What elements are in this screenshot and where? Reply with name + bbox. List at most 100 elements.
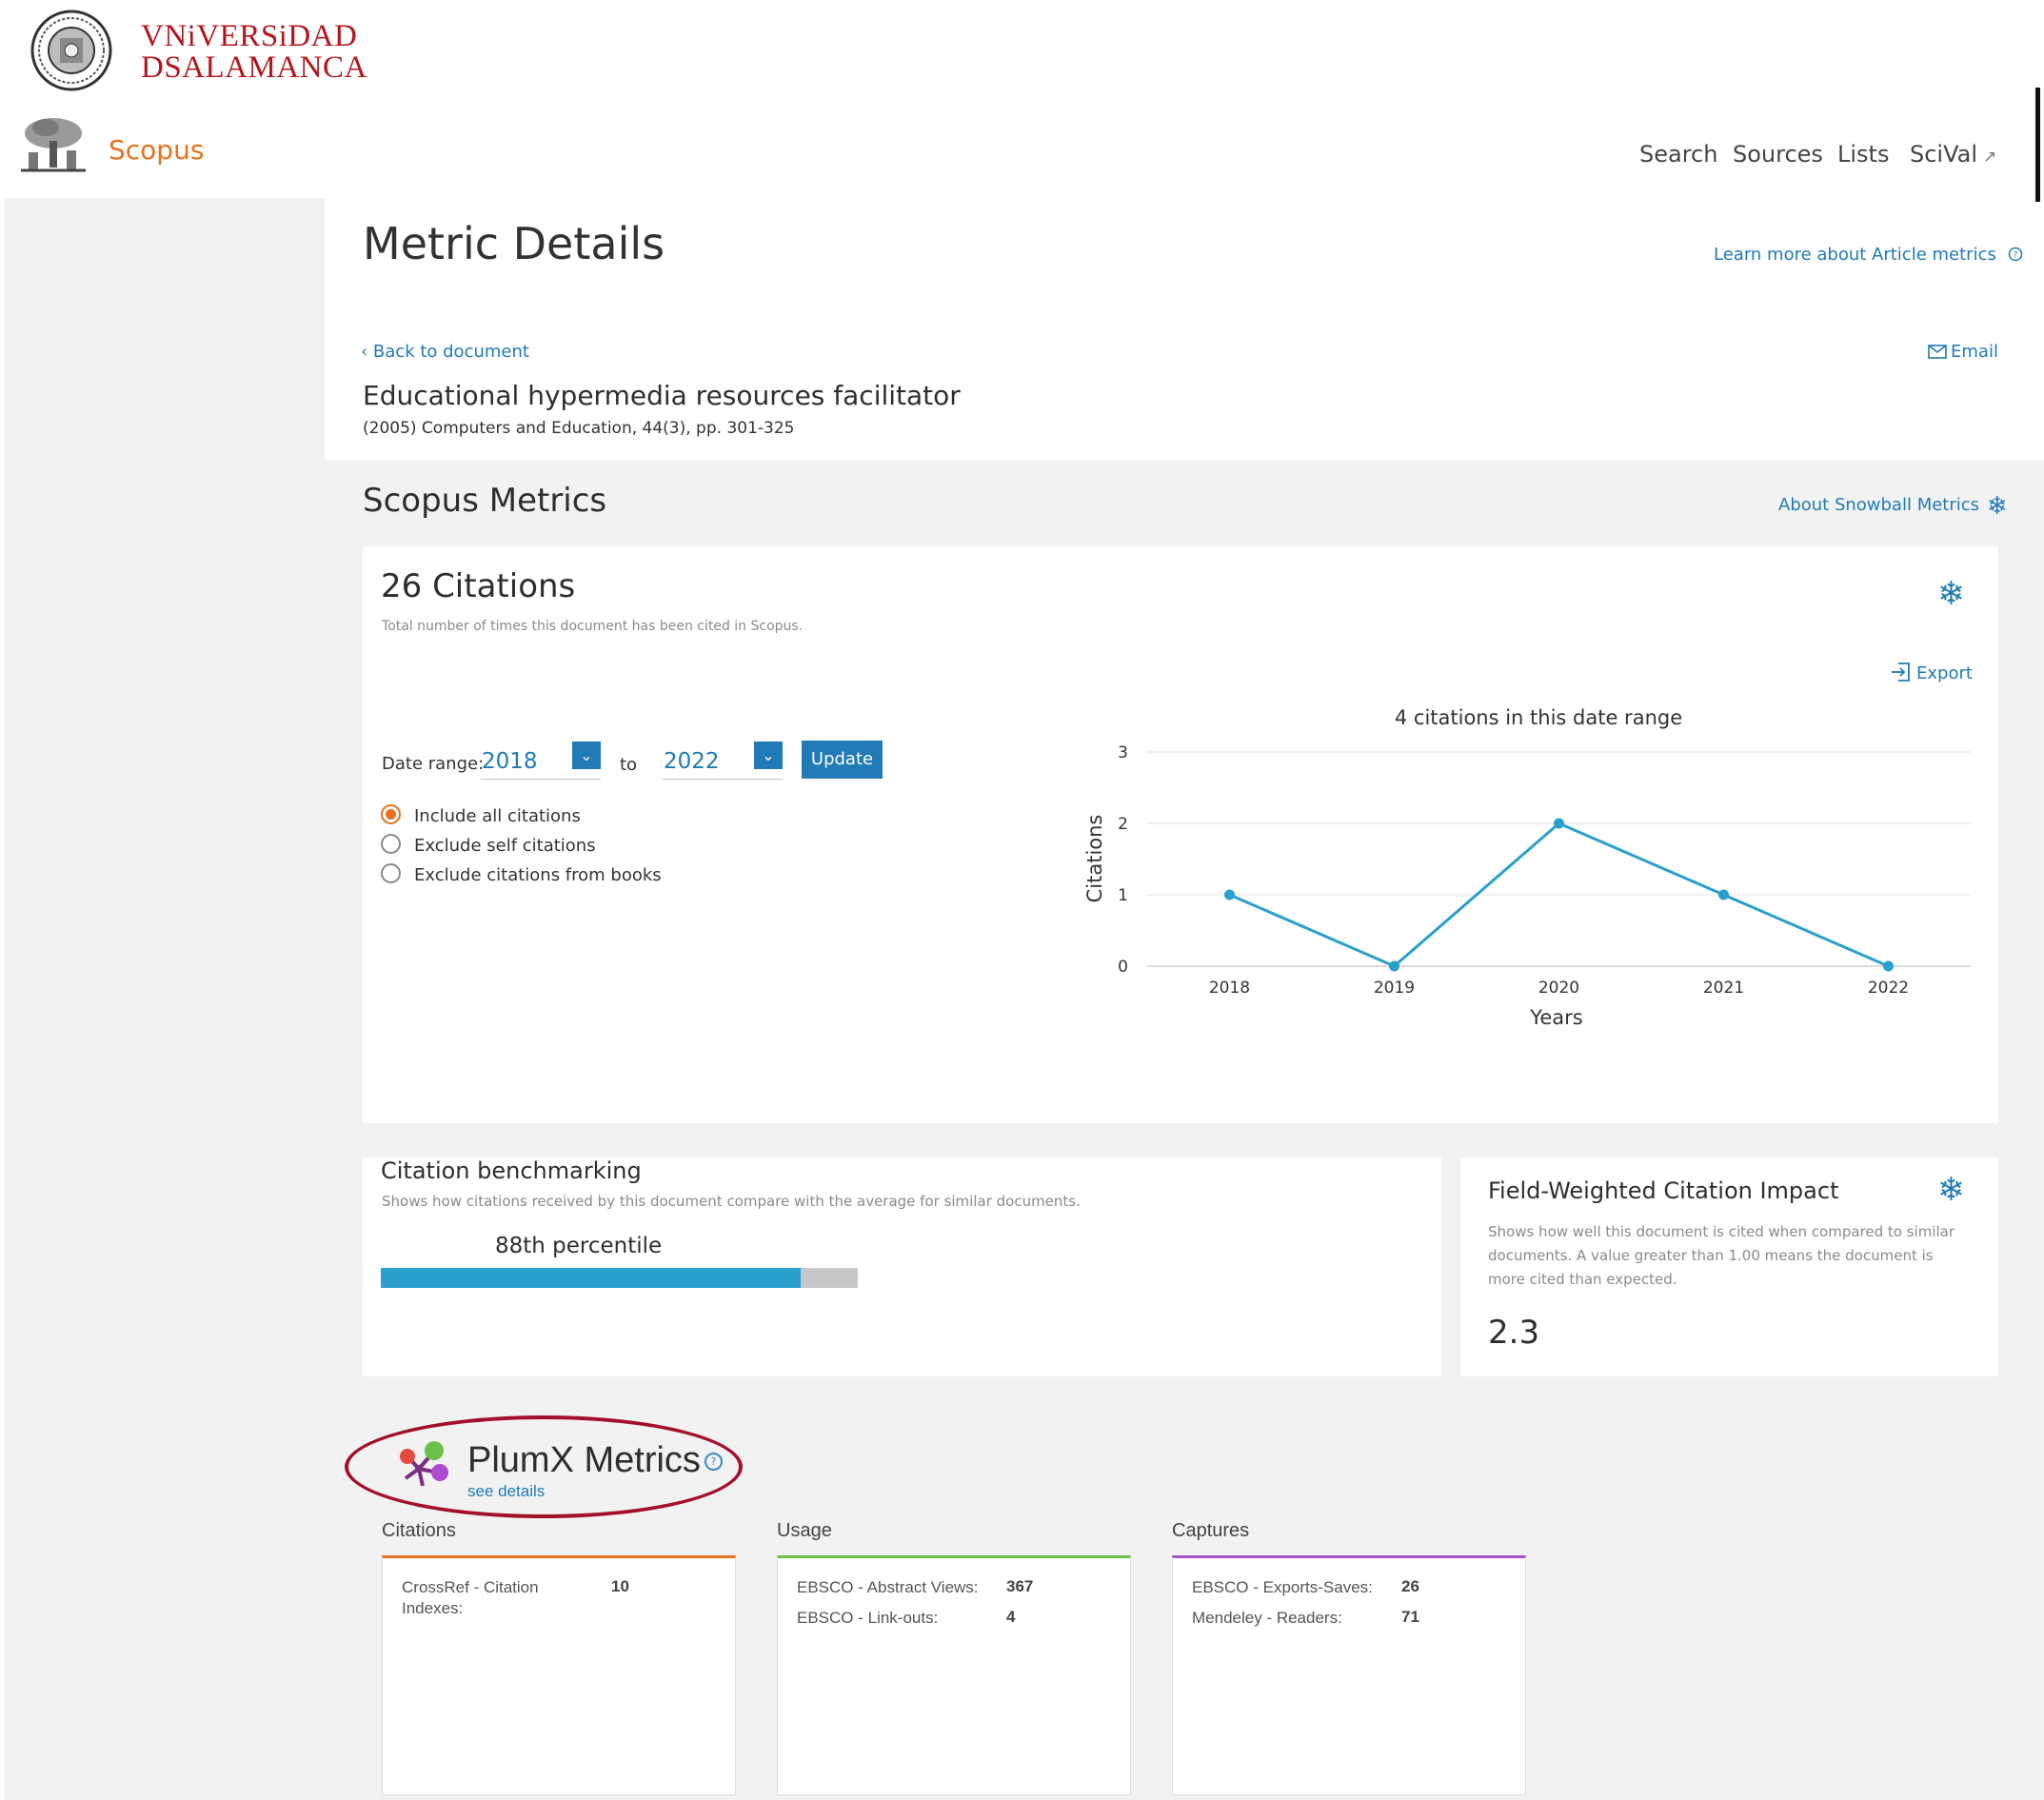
- learn-more-link[interactable]: Learn more about Article metrics ?: [1714, 245, 2023, 265]
- scopus-metrics-heading: Scopus Metrics: [363, 482, 607, 520]
- data-point: [1883, 960, 1894, 972]
- percentile-bar: [381, 1268, 858, 1288]
- plumx-see-details-link[interactable]: see details: [467, 1482, 545, 1501]
- chevron-down-icon[interactable]: ⌄: [754, 742, 783, 769]
- to-year-value: 2022: [664, 749, 720, 774]
- percentile-bar-fill: [381, 1268, 801, 1288]
- back-to-document-link[interactable]: ‹ Back to document: [361, 342, 529, 362]
- metric-label: Mendeley - Readers:: [1192, 1609, 1342, 1627]
- document-source: (2005) Computers and Education, 44(3), p…: [363, 419, 795, 438]
- radio-selected-icon[interactable]: [381, 804, 401, 824]
- radio-include-all[interactable]: Include all citations: [381, 804, 581, 826]
- nav-scival-label: SciVal: [1910, 141, 1978, 168]
- date-range-to-label: to: [620, 755, 638, 775]
- plumx-category-usage: Usage: [777, 1520, 832, 1541]
- external-link-icon: ↗: [1983, 148, 1997, 167]
- metric-label: CrossRef - Citation Indexes:: [402, 1578, 539, 1617]
- benchmarking-description: Shows how citations received by this doc…: [382, 1193, 1081, 1210]
- about-snowball-metrics-link[interactable]: About Snowball Metrics ❄: [1778, 492, 2008, 521]
- data-point: [1718, 889, 1729, 900]
- metric-label: EBSCO - Abstract Views:: [797, 1578, 979, 1596]
- x-tick-label: 2019: [1374, 979, 1415, 998]
- elsevier-tree-logo: [19, 114, 88, 177]
- left-sidebar: [5, 198, 325, 1800]
- benchmarking-title: Citation benchmarking: [381, 1157, 642, 1184]
- date-range-label: Date range:: [382, 754, 485, 774]
- chevron-left-icon: ‹: [361, 342, 373, 362]
- data-point: [1224, 889, 1235, 900]
- data-point: [1554, 818, 1564, 829]
- metric-value: 10: [611, 1577, 629, 1595]
- y-tick-label: 1: [1118, 886, 1128, 905]
- metric-label: EBSCO - Link-outs:: [797, 1609, 939, 1627]
- help-circle-icon[interactable]: ?: [704, 1453, 723, 1471]
- y-tick-label: 3: [1118, 743, 1128, 762]
- metric-value: 367: [1006, 1577, 1034, 1595]
- page-title: Metric Details: [363, 218, 665, 269]
- metric-value: 4: [1006, 1608, 1016, 1626]
- chevron-down-icon[interactable]: ⌄: [572, 742, 601, 769]
- plumx-logo-icon: [398, 1440, 453, 1495]
- export-label: Export: [1916, 663, 1973, 683]
- x-tick-label: 2021: [1703, 979, 1744, 998]
- y-axis-ticks: 0 1 2 3: [1118, 743, 1128, 977]
- snowflake-icon: ❄: [1937, 575, 1965, 613]
- fwci-value: 2.3: [1488, 1314, 1540, 1352]
- radio-unselected-icon[interactable]: [381, 863, 401, 883]
- about-snowball-label: About Snowball Metrics: [1778, 495, 1980, 515]
- plumx-usage-box: EBSCO - Abstract Views: 367 EBSCO - Link…: [777, 1555, 1131, 1795]
- percentile-label: 88th percentile: [495, 1234, 663, 1258]
- from-year-value: 2018: [482, 749, 538, 774]
- snowflake-icon: ❄: [1937, 1171, 1965, 1209]
- x-tick-label: 2022: [1868, 979, 1909, 998]
- metric-value: 71: [1401, 1608, 1419, 1626]
- learn-more-label: Learn more about Article metrics: [1714, 245, 1996, 265]
- data-point: [1389, 960, 1399, 972]
- chart-gridlines: [1147, 751, 1971, 967]
- radio-label: Include all citations: [414, 806, 581, 826]
- radio-exclude-books[interactable]: Exclude citations from books: [381, 863, 662, 885]
- y-tick-label: 0: [1118, 958, 1128, 977]
- document-title: Educational hypermedia resources facilit…: [363, 380, 961, 411]
- metric-value: 26: [1401, 1577, 1419, 1595]
- nav-scival[interactable]: SciVal ↗: [1910, 141, 1996, 168]
- university-name: VNiVERSiDAD DSALAMANCA: [141, 19, 367, 85]
- plumx-captures-box: EBSCO - Exports-Saves: 26 Mendeley - Rea…: [1172, 1555, 1526, 1795]
- y-axis-label: Citations: [1083, 815, 1106, 903]
- y-tick-label: 2: [1118, 815, 1128, 834]
- plumx-category-captures: Captures: [1172, 1520, 1250, 1541]
- chart-title: 4 citations in this date range: [1395, 706, 1682, 729]
- email-link[interactable]: Email: [1928, 342, 1998, 362]
- x-axis-ticks: 2018 2019 2020 2021 2022: [1209, 979, 1909, 998]
- radio-exclude-self[interactable]: Exclude self citations: [381, 834, 596, 856]
- radio-unselected-icon[interactable]: [381, 834, 401, 854]
- from-year-select[interactable]: 2018 ⌄: [481, 741, 601, 780]
- radio-label: Exclude self citations: [414, 836, 596, 856]
- svg-text:?: ?: [2013, 251, 2017, 261]
- citation-benchmarking-card: [363, 1157, 1441, 1376]
- citations-line-chart: 4 citations in this date range 0 1 2 3 2018…: [1083, 706, 1971, 1029]
- export-button[interactable]: Export: [1890, 662, 1973, 683]
- scopus-wordmark[interactable]: Scopus: [109, 134, 204, 166]
- university-seal-logo: [29, 10, 114, 95]
- update-button[interactable]: Update: [802, 741, 883, 779]
- help-circle-icon: ?: [2008, 247, 2022, 262]
- to-year-select[interactable]: 2022 ⌄: [663, 741, 783, 780]
- export-icon: [1892, 663, 1910, 682]
- x-tick-label: 2018: [1209, 979, 1250, 998]
- envelope-icon: [1928, 345, 1947, 359]
- citation-description: Total number of times this document has …: [382, 619, 804, 634]
- window-edge: [2035, 88, 2040, 202]
- nav-search[interactable]: Search: [1639, 141, 1717, 168]
- fwci-description: Shows how well this document is cited wh…: [1488, 1223, 1955, 1288]
- snowflake-icon: ❄: [1987, 492, 2008, 521]
- citation-count: 26 Citations: [381, 567, 576, 605]
- metric-label: EBSCO - Exports-Saves:: [1192, 1578, 1373, 1596]
- plumx-title: PlumX Metrics: [467, 1440, 701, 1480]
- nav-lists[interactable]: Lists: [1837, 141, 1889, 168]
- radio-label: Exclude citations from books: [414, 865, 662, 885]
- x-axis-label: Years: [1529, 1006, 1582, 1029]
- nav-sources[interactable]: Sources: [1733, 141, 1823, 168]
- plumx-category-citations: Citations: [382, 1520, 456, 1541]
- email-label: Email: [1951, 342, 1998, 362]
